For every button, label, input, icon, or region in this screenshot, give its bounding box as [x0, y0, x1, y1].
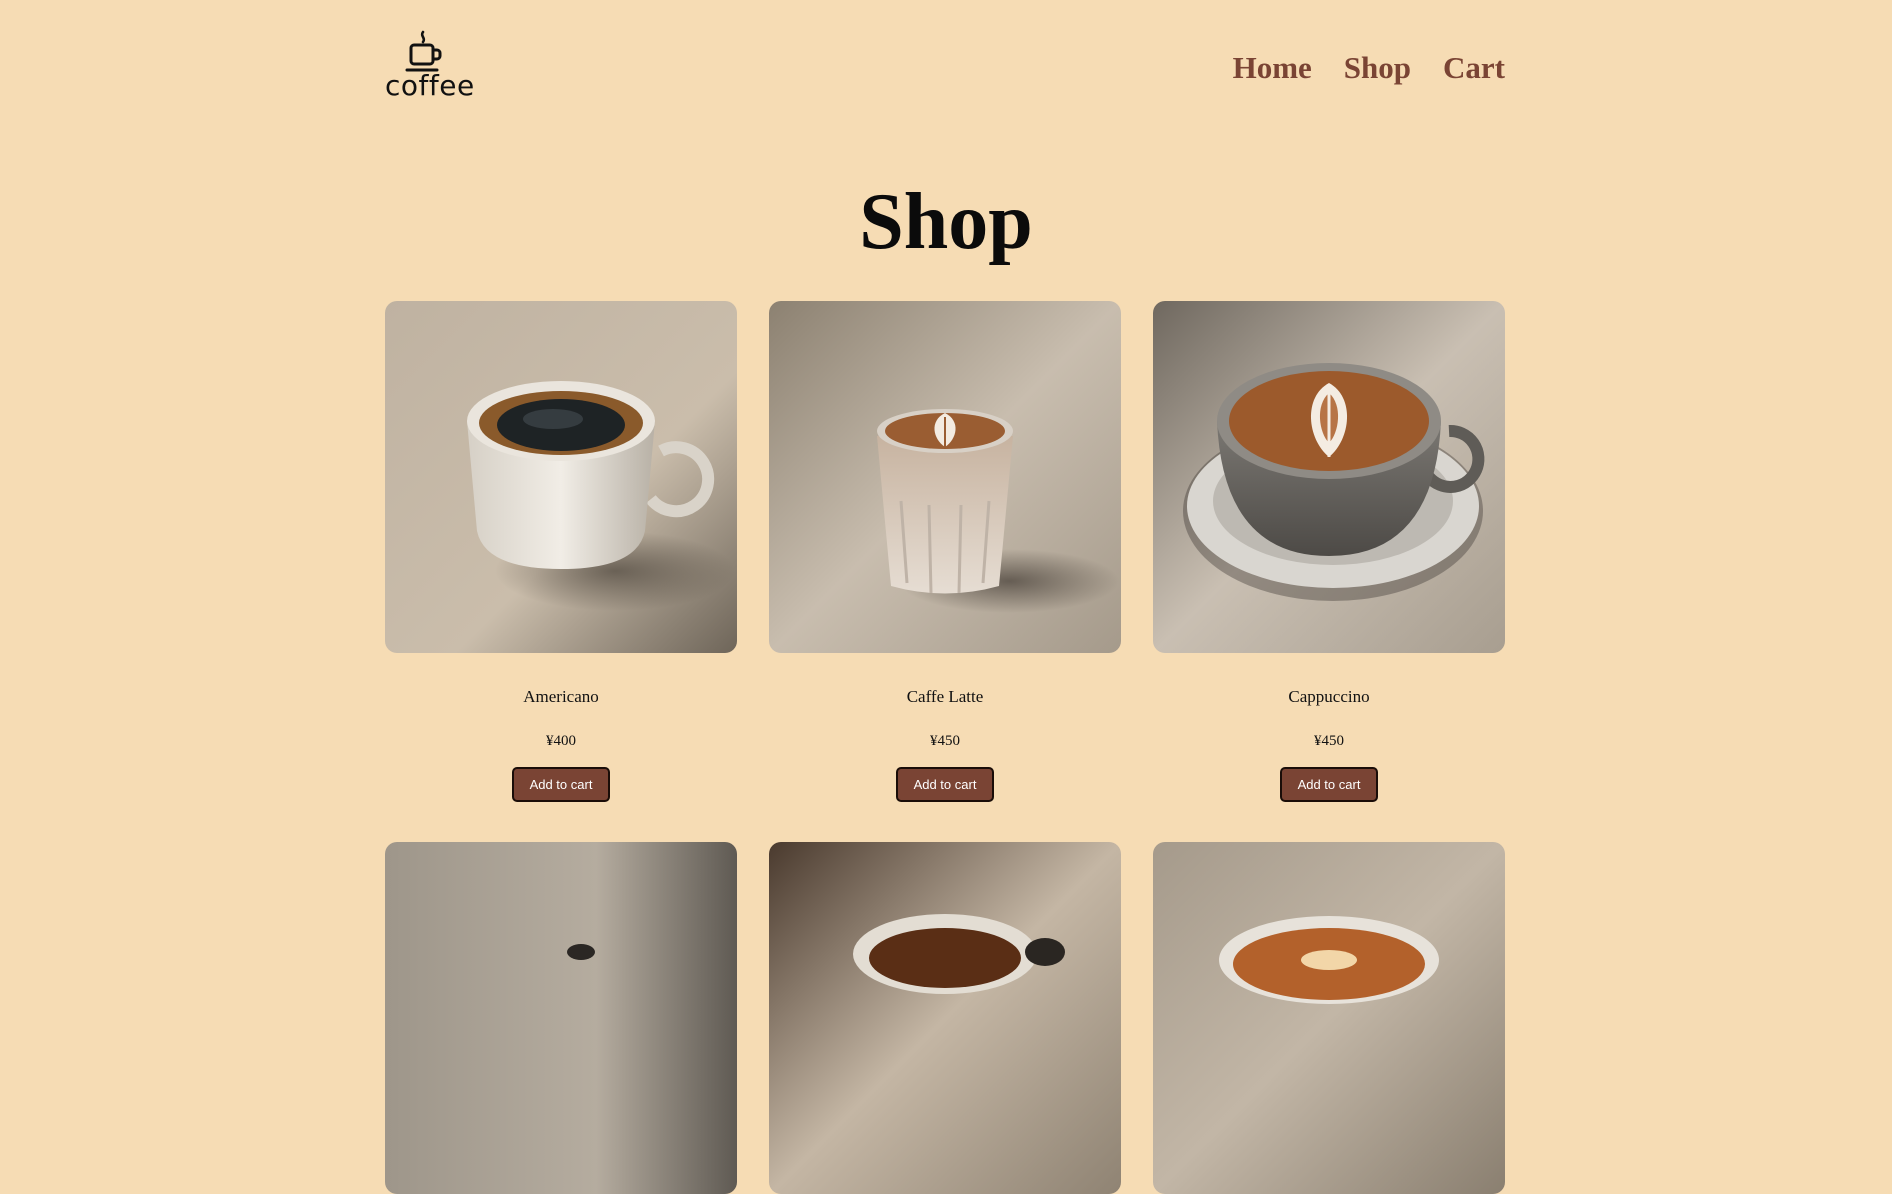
page-title: Shop [859, 178, 1033, 266]
product-name: Cappuccino [1288, 687, 1370, 706]
product-card [385, 842, 737, 1194]
product-image[interactable] [385, 842, 737, 1194]
product-name: Caffe Latte [906, 687, 984, 706]
product-name: Americano [523, 687, 599, 706]
brand-name: coffee [385, 69, 475, 102]
add-to-cart-button[interactable]: Add to cart [1280, 767, 1378, 802]
main-nav: Home Shop Cart [1233, 50, 1505, 86]
nav-cart-link[interactable]: Cart [1443, 50, 1505, 86]
product-card: Americano ¥400 Add to cart [385, 301, 737, 802]
product-card: Cappuccino ¥450 Add to cart [1153, 301, 1505, 802]
nav-home-link[interactable]: Home [1233, 50, 1312, 86]
product-price: ¥400 [546, 733, 576, 749]
product-price: ¥450 [930, 733, 960, 749]
product-grid: Americano ¥400 Add to cart Caffe Latte ¥… [385, 301, 1505, 1194]
product-image-americano[interactable] [385, 301, 737, 653]
product-image-cappuccino[interactable] [1153, 301, 1505, 653]
add-to-cart-button[interactable]: Add to cart [512, 767, 610, 802]
add-to-cart-button[interactable]: Add to cart [896, 767, 994, 802]
product-image[interactable] [1153, 842, 1505, 1194]
product-card [769, 842, 1121, 1194]
site-header: coffee Home Shop Cart [385, 30, 1505, 110]
logo[interactable]: coffee [385, 30, 474, 106]
nav-shop-link[interactable]: Shop [1344, 50, 1411, 86]
product-price: ¥450 [1314, 733, 1344, 749]
product-card: Caffe Latte ¥450 Add to cart [769, 301, 1121, 802]
product-image-caffe-latte[interactable] [769, 301, 1121, 653]
product-image[interactable] [769, 842, 1121, 1194]
product-card [1153, 842, 1505, 1194]
coffee-cup-icon [405, 30, 442, 72]
